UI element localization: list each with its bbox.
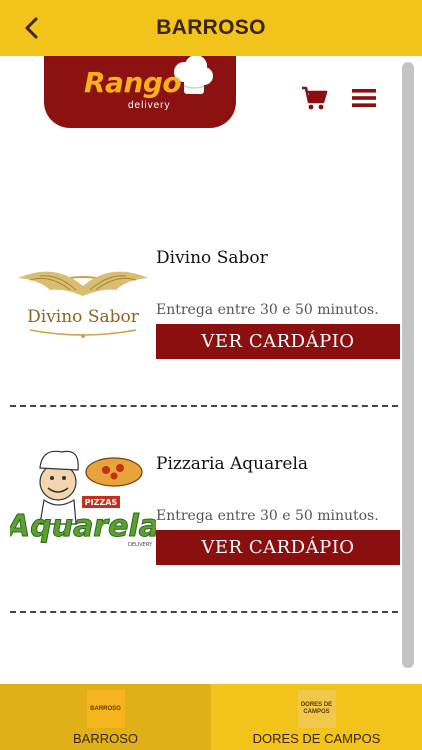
view-menu-button[interactable]: VER CARDÁPIO [156, 530, 400, 565]
restaurant-logo-text: Aquarela [10, 509, 156, 544]
bottom-tab-bar: BARROSO BARROSO DORES DE CAMPOS DORES DE… [0, 684, 422, 750]
menu-button[interactable] [350, 84, 378, 112]
view-menu-button[interactable]: VER CARDÁPIO [156, 324, 400, 359]
restaurant-logo-small: DELIVERY [128, 542, 153, 548]
tab-label: DORES DE CAMPOS [252, 731, 381, 746]
tab-thumbnail: BARROSO [86, 690, 125, 728]
restaurant-logo: Divino Sabor [18, 271, 148, 338]
main-content: Rango delivery Divino Sabor Divino Sabor… [0, 56, 422, 684]
tab-label: BARROSO [72, 731, 138, 746]
scrollbar[interactable] [402, 62, 414, 668]
divider [10, 405, 398, 407]
restaurant-logo-text: Divino Sabor [27, 307, 140, 327]
cart-icon [302, 86, 328, 110]
tab-barroso[interactable]: BARROSO BARROSO [0, 684, 211, 750]
restaurant-name: Divino Sabor [156, 248, 268, 268]
brand-logo-subtext: delivery [128, 100, 171, 111]
restaurant-logo: PIZZAS Aquarela DELIVERY [10, 450, 156, 548]
delivery-time: Entrega entre 30 e 50 minutos. [156, 302, 379, 318]
page-title: BARROSO [156, 16, 266, 39]
hamburger-menu-icon [352, 89, 376, 107]
brand-logo[interactable]: Rango delivery [44, 56, 236, 128]
tab-dores-de-campos[interactable]: DORES DE CAMPOS DORES DE CAMPOS [211, 684, 422, 750]
restaurant-logo-badge: PIZZAS [85, 498, 118, 507]
delivery-time: Entrega entre 30 e 50 minutos. [156, 508, 379, 524]
top-app-bar: BARROSO [0, 0, 422, 56]
divider [10, 611, 398, 613]
tab-thumbnail: DORES DE CAMPOS [297, 690, 336, 728]
brand-logo-text: Rango [84, 66, 182, 99]
restaurant-name: Pizzaria Aquarela [156, 454, 309, 474]
cart-button[interactable] [300, 84, 328, 112]
